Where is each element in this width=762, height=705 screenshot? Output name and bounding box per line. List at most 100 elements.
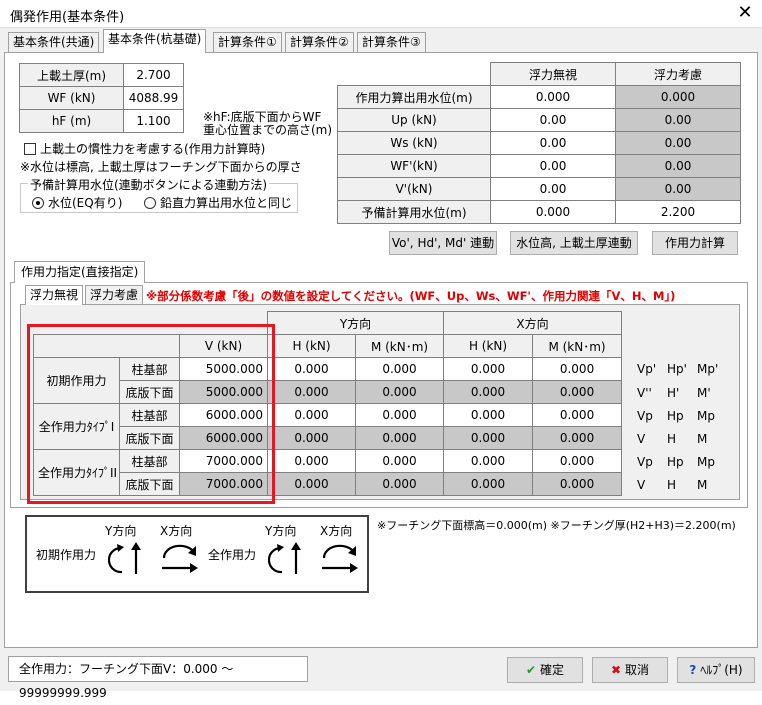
y-m-cell[interactable]: 0.000 xyxy=(355,403,445,427)
subtab-consider[interactable]: 浮力考慮 xyxy=(85,285,144,305)
buoyancy-ignore-cell[interactable]: 0.00 xyxy=(490,108,616,132)
x-m-cell[interactable]: 0.000 xyxy=(532,403,623,427)
buoyancy-ignore-cell[interactable]: 0.00 xyxy=(490,154,616,178)
sym: V xyxy=(637,478,646,492)
x-m-cell[interactable]: 0.000 xyxy=(532,449,623,473)
link-water-button[interactable]: 水位高, 上載土厚連動 xyxy=(510,231,638,255)
buoyancy-table: 浮力無視 浮力考慮 作用力算出用水位(m) 0.000 0.000 Up (kN… xyxy=(337,62,741,224)
buoyancy-consider-cell: 0.00 xyxy=(615,131,741,155)
help-button[interactable]: ? ﾍﾙﾌﾟ(H) xyxy=(677,657,755,683)
sym: M' xyxy=(697,386,711,400)
radio-off-icon[interactable] xyxy=(144,197,156,209)
x-h-cell: 0.000 xyxy=(443,380,534,404)
radio-water-eq[interactable]: 水位(EQ有り) xyxy=(32,194,122,211)
soil-table: 上載土厚(m) 2.700 WF (kN) 4088.99 hF (m) 1.1… xyxy=(19,63,184,133)
radio-same-vertical[interactable]: 鉛直力算出用水位と同じ xyxy=(144,194,292,211)
y-h-cell[interactable]: 0.000 xyxy=(267,449,357,473)
sym: V xyxy=(637,432,646,446)
buoyancy-ignore-cell[interactable]: 0.00 xyxy=(490,177,616,201)
sym: Mp xyxy=(697,455,715,469)
checkbox-icon[interactable] xyxy=(24,143,36,155)
y-m-cell: 0.000 xyxy=(355,426,445,450)
buoyancy-consider-cell: 0.000 xyxy=(615,85,741,109)
buoyancy-row-label: 作用力算出用水位(m) xyxy=(337,85,491,109)
question-icon: ? xyxy=(689,663,697,677)
buoyancy-consider-cell: 0.00 xyxy=(615,108,741,132)
tab-common[interactable]: 基本条件(共通) xyxy=(8,32,100,52)
x-h-cell[interactable]: 0.000 xyxy=(443,357,534,381)
buoyancy-consider-cell[interactable]: 2.200 xyxy=(615,200,741,224)
buoyancy-ignore-cell[interactable]: 0.000 xyxy=(490,200,616,224)
tab-calc-2[interactable]: 計算条件② xyxy=(285,32,354,52)
y-m-cell[interactable]: 0.000 xyxy=(355,449,445,473)
y-moment-arrow-icon xyxy=(108,542,141,574)
buoyancy-consider-cell: 0.00 xyxy=(615,154,741,178)
y-h-header: H (kN) xyxy=(267,334,357,358)
cancel-button[interactable]: ✖ 取消 xyxy=(592,657,668,683)
sym: Hp xyxy=(667,409,684,423)
link-vhm-button[interactable]: Vo', Hd', Md' 連動 xyxy=(389,231,497,255)
ok-button[interactable]: ✔ 確定 xyxy=(507,657,583,683)
inertia-checkbox-label: 上載土の慣性力を考慮する(作用力計算時) xyxy=(40,142,266,156)
y-m-cell: 0.000 xyxy=(355,472,445,496)
radio-water-eq-label: 水位(EQ有り) xyxy=(48,196,123,210)
sym: Mp' xyxy=(697,362,719,376)
x-h-cell[interactable]: 0.000 xyxy=(443,403,534,427)
y-m-cell: 0.000 xyxy=(355,380,445,404)
legend-initial: 初期作用力 xyxy=(36,548,97,562)
tab-calc-3[interactable]: 計算条件③ xyxy=(357,32,426,52)
radio-on-icon[interactable] xyxy=(32,197,44,209)
ok-label: 確定 xyxy=(539,663,564,677)
sym: H xyxy=(667,432,677,446)
status-bar: 全作用力：フーチング下面V：0.000 ～ 99999999.999 xyxy=(8,656,308,700)
wf-input[interactable]: 4088.99 xyxy=(123,86,184,110)
hf-note-2: 重心位置までの高さ(m) xyxy=(203,123,333,137)
inertia-checkbox[interactable]: 上載土の慣性力を考慮する(作用力計算時) xyxy=(24,140,265,157)
buoyancy-ignore-cell[interactable]: 0.00 xyxy=(490,131,616,155)
soil-thickness-input[interactable]: 2.700 xyxy=(123,63,184,87)
y-direction-header: Y方向 xyxy=(267,311,445,335)
calc-force-button[interactable]: 作用力計算 xyxy=(652,231,738,255)
buoyancy-row-label: V'(kN) xyxy=(337,177,491,201)
sym: V'' xyxy=(637,386,652,400)
y-h-cell[interactable]: 0.000 xyxy=(267,403,357,427)
soil-thickness-label: 上載土厚(m) xyxy=(19,63,124,87)
sym: M xyxy=(697,478,708,492)
force-direct-tab[interactable]: 作用力指定(直接指定) xyxy=(14,261,146,283)
tab-calc-1[interactable]: 計算条件① xyxy=(213,32,282,52)
title-bar: 偶発作用(基本条件) ✕ xyxy=(0,0,762,28)
y-m-header: M (kN･m) xyxy=(355,334,445,358)
x-moment-arrow-icon xyxy=(322,544,358,573)
x-h-header: H (kN) xyxy=(443,334,534,358)
sym: M xyxy=(697,432,708,446)
sym: H xyxy=(667,478,677,492)
buoyancy-row-label: 予備計算用水位(m) xyxy=(337,200,491,224)
y-h-cell[interactable]: 0.000 xyxy=(267,357,357,381)
hf-label: hF (m) xyxy=(19,109,124,133)
x-m-header: M (kN･m) xyxy=(532,334,623,358)
hf-input[interactable]: 1.100 xyxy=(123,109,184,133)
close-icon[interactable]: ✕ xyxy=(734,3,756,25)
red-warning-note: ※部分係数考慮「後」の数値を設定してください。(WF、Up、Ws、WF'、作用力… xyxy=(146,289,676,303)
x-m-cell[interactable]: 0.000 xyxy=(532,357,623,381)
y-m-cell[interactable]: 0.000 xyxy=(355,357,445,381)
x-h-cell[interactable]: 0.000 xyxy=(443,449,534,473)
legend-x-1: X方向 xyxy=(160,524,193,538)
buoyancy-ignore-cell[interactable]: 0.000 xyxy=(490,85,616,109)
y-h-cell: 0.000 xyxy=(267,472,357,496)
subtab-ignore[interactable]: 浮力無視 xyxy=(25,285,84,305)
x-moment-arrow-icon xyxy=(162,544,198,573)
y-moment-arrow-icon xyxy=(268,542,301,574)
tab-pile[interactable]: 基本条件(杭基礎) xyxy=(103,29,207,53)
reserve-group-title: 予備計算用水位(連動ボタンによる連動方法) xyxy=(28,176,270,193)
buoyancy-consider-cell: 0.00 xyxy=(615,177,741,201)
legend-y-2: Y方向 xyxy=(265,524,297,538)
x-m-cell: 0.000 xyxy=(532,380,623,404)
highlight-box xyxy=(27,324,275,504)
footing-note: ※フーチング下面標高＝0.000(m) ※フーチング厚(H2+H3)＝2.200… xyxy=(377,519,736,532)
buoyancy-row-label: Ws (kN) xyxy=(337,131,491,155)
buoyancy-row-label: WF'(kN) xyxy=(337,154,491,178)
buoyancy-corner xyxy=(337,62,491,86)
legend-x-2: X方向 xyxy=(320,524,353,538)
x-h-cell: 0.000 xyxy=(443,426,534,450)
